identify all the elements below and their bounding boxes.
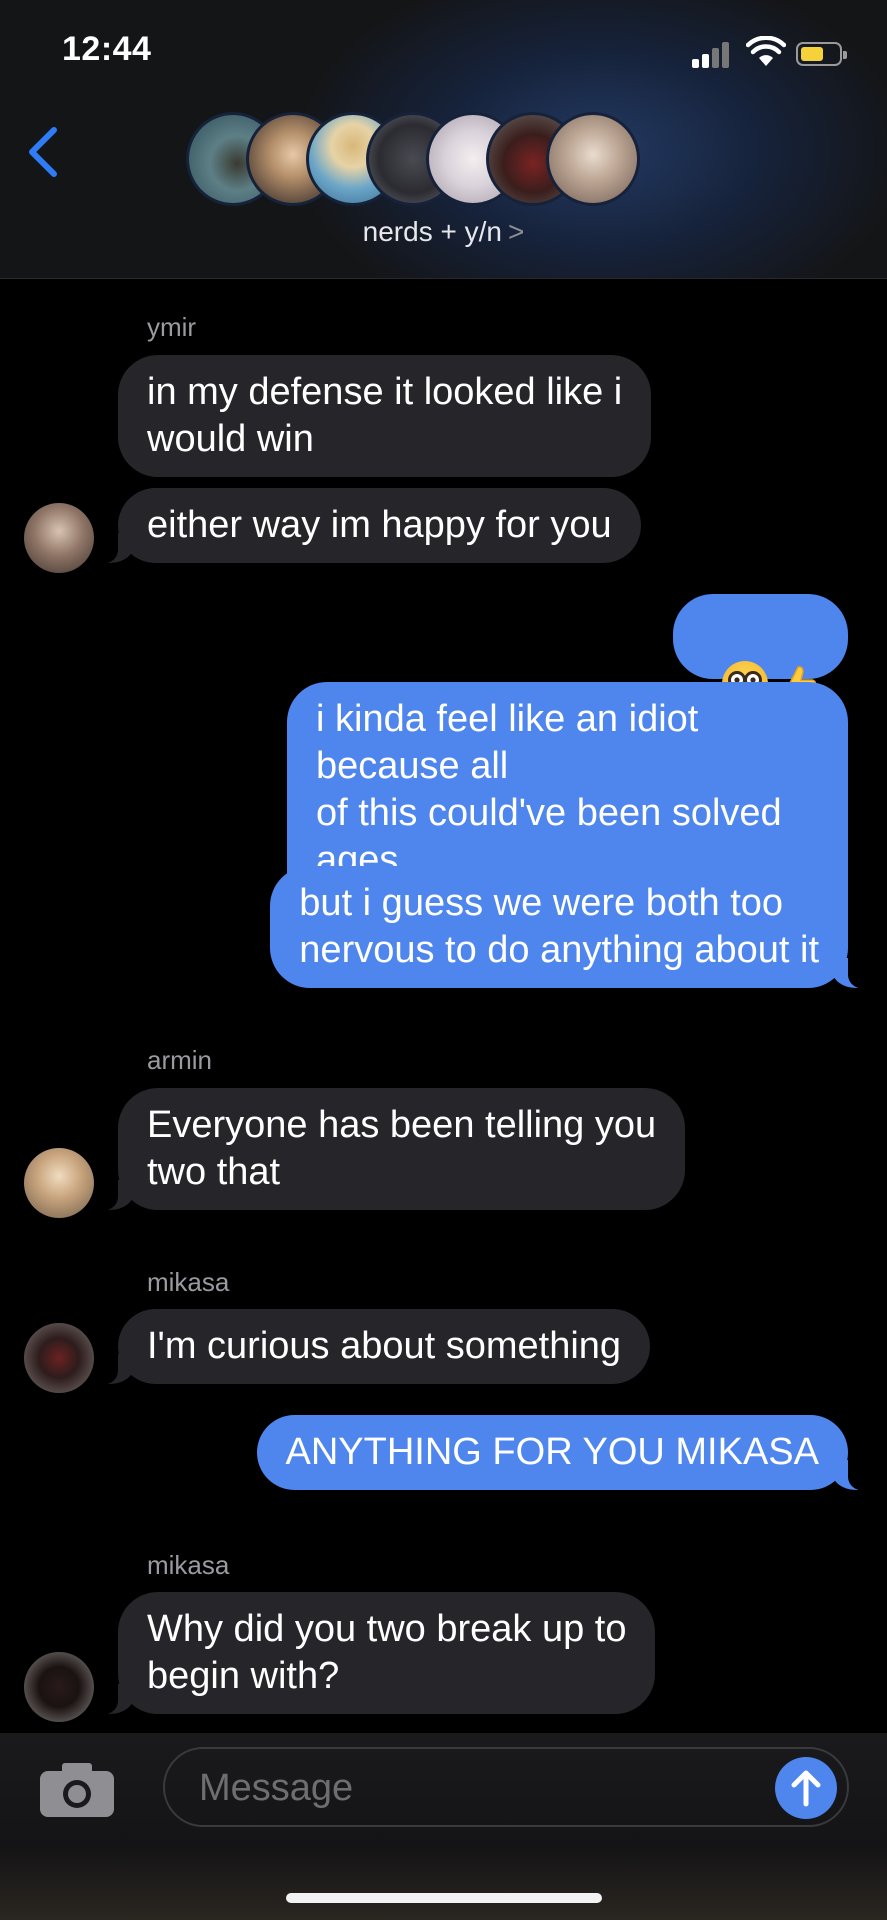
message-bubble-incoming[interactable]: either way im happy for you — [98, 488, 641, 564]
avatar-7 — [546, 112, 640, 206]
avatar[interactable] — [24, 1148, 94, 1218]
chevron-right-icon: > — [507, 216, 525, 247]
cellular-signal-icon — [692, 40, 734, 68]
message-composer — [0, 1733, 887, 1920]
message-bubble-incoming[interactable]: I'm curious about something — [97, 1309, 651, 1385]
back-chevron-icon[interactable] — [24, 124, 64, 180]
group-name-label: nerds + y/n — [362, 216, 502, 247]
send-button[interactable] — [775, 1757, 837, 1819]
conversation-header: 12:44 nerds + y/n > — [0, 0, 887, 279]
arrow-up-icon — [791, 1770, 821, 1807]
message-bubble-outgoing[interactable]: but i guess we were both too nervous to … — [270, 866, 868, 989]
sender-name: mikasa — [147, 1550, 230, 1580]
message-bubble-outgoing[interactable] — [672, 594, 848, 707]
camera-icon[interactable] — [40, 1763, 114, 1817]
message-bubble-outgoing[interactable]: ANYTHING FOR YOU MIKASA — [256, 1415, 869, 1491]
message-input[interactable] — [197, 1761, 741, 1815]
message-bubble-incoming[interactable]: Why did you two break up to begin with? — [97, 1592, 656, 1715]
avatar[interactable] — [24, 503, 94, 573]
battery-icon — [796, 42, 847, 66]
sender-name: ymir — [147, 312, 197, 342]
home-indicator[interactable] — [286, 1893, 602, 1903]
message-bubble-incoming[interactable]: Everyone has been telling you two that — [97, 1088, 686, 1211]
sender-name: mikasa — [147, 1267, 230, 1297]
message-input-container[interactable] — [163, 1747, 849, 1827]
avatar[interactable] — [24, 1652, 94, 1722]
message-bubble-incoming[interactable]: in my defense it looked like i would win — [118, 355, 652, 477]
group-name[interactable]: nerds + y/n > — [0, 216, 887, 248]
sender-name: armin — [147, 1045, 213, 1075]
wifi-icon — [746, 36, 786, 66]
avatar[interactable] — [24, 1323, 94, 1393]
status-time: 12:44 — [62, 30, 152, 68]
group-avatars[interactable] — [186, 112, 706, 208]
